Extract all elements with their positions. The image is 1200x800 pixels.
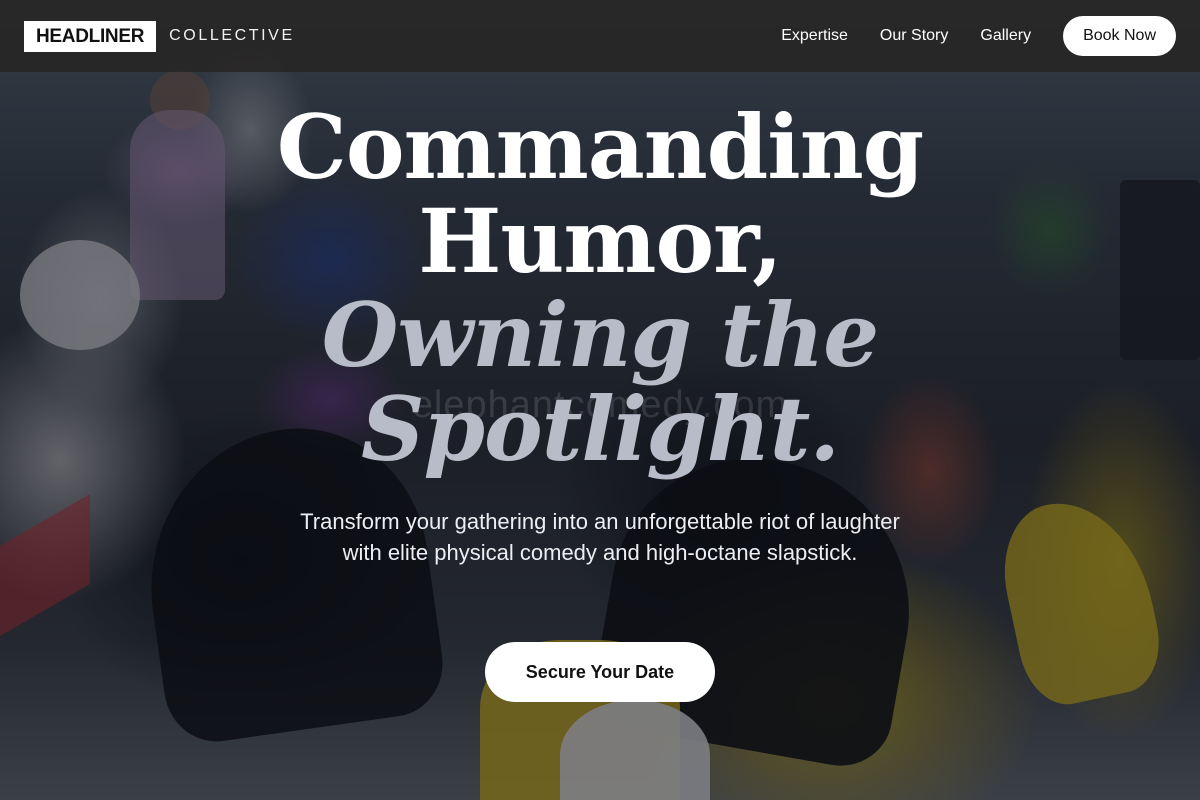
nav-link-expertise[interactable]: Expertise — [781, 27, 848, 45]
nav-links: Expertise Our Story Gallery Book Now — [749, 16, 1176, 56]
brand-name: HEADLINER — [24, 20, 157, 52]
headline-line-1: Commanding — [276, 95, 924, 199]
top-navbar: HEADLINER COLLECTIVE Expertise Our Story… — [0, 0, 1200, 72]
headline-line-4: Spotlight. — [360, 377, 840, 481]
book-now-button[interactable]: Book Now — [1063, 16, 1176, 56]
hero-subtext: Transform your gathering into an unforge… — [300, 509, 900, 565]
brand-logo[interactable]: HEADLINER COLLECTIVE — [24, 20, 295, 52]
hero-headline: Commanding Humor, Owning the Spotlight. — [0, 100, 1200, 476]
nav-link-our-story[interactable]: Our Story — [880, 27, 948, 45]
nav-link-gallery[interactable]: Gallery — [980, 27, 1031, 45]
secure-your-date-button[interactable]: Secure Your Date — [485, 642, 715, 702]
headline-line-3: Owning the — [321, 283, 880, 387]
headline-line-2: Humor, — [418, 189, 783, 293]
brand-subtitle: COLLECTIVE — [169, 27, 295, 44]
